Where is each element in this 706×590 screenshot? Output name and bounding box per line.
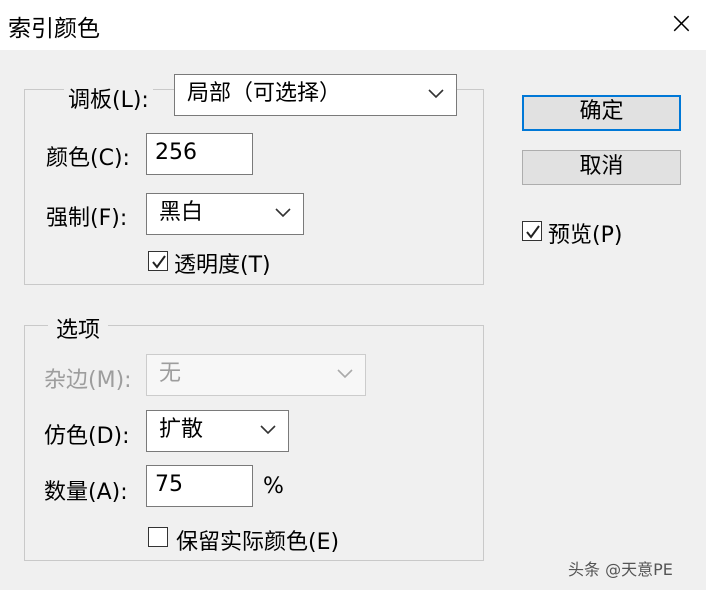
chevron-down-icon (337, 355, 355, 395)
amount-label: 数量(A): (44, 480, 128, 505)
forced-label: 强制(F): (46, 206, 128, 231)
options-legend: 选项 (48, 312, 109, 344)
amount-input[interactable]: 75 (146, 465, 253, 507)
ok-button[interactable]: 确定 (522, 95, 681, 131)
palette-select[interactable]: 局部（可选择） (174, 74, 457, 116)
preview-label[interactable]: 预览(P) (548, 217, 622, 249)
preserve-label[interactable]: 保留实际颜色(E) (176, 524, 339, 556)
dither-select[interactable]: 扩散 (146, 410, 289, 452)
matte-select: 无 (146, 354, 366, 396)
palette-label: 调板(L): (64, 82, 153, 114)
matte-value: 无 (159, 361, 182, 386)
forced-value: 黑白 (159, 200, 204, 225)
title-bar: 索引颜色 × (0, 0, 706, 50)
colors-input[interactable]: 256 (146, 133, 253, 175)
dither-label: 仿色(D): (44, 424, 130, 449)
checkmark-icon (152, 255, 166, 269)
window-title: 索引颜色 (8, 16, 100, 42)
preview-checkbox[interactable] (522, 221, 542, 241)
chevron-down-icon (260, 411, 278, 451)
transparency-checkbox[interactable] (148, 251, 168, 271)
checkmark-icon (526, 225, 540, 239)
cancel-button[interactable]: 取消 (522, 150, 681, 185)
chevron-down-icon (275, 194, 293, 234)
chevron-down-icon (428, 75, 446, 115)
palette-value: 局部（可选择） (187, 81, 342, 106)
dither-value: 扩散 (159, 417, 204, 442)
watermark: 头条 @天意PE (568, 560, 673, 579)
forced-select[interactable]: 黑白 (146, 193, 304, 235)
close-icon[interactable]: × (669, 4, 694, 44)
colors-label: 颜色(C): (46, 146, 130, 171)
amount-unit: % (263, 474, 284, 499)
preserve-checkbox[interactable] (148, 527, 168, 547)
transparency-label[interactable]: 透明度(T) (174, 247, 271, 279)
matte-label: 杂边(M): (44, 368, 132, 393)
